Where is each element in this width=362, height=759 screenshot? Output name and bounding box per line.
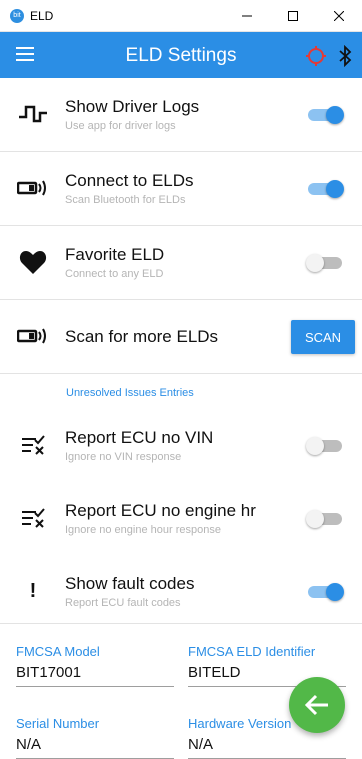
clear-list-icon bbox=[17, 433, 49, 457]
show-driver-logs-row[interactable]: Show Driver Logs Use app for driver logs bbox=[0, 78, 362, 152]
unresolved-issues-header: Unresolved Issues Entries bbox=[66, 387, 194, 399]
scan-more-elds-row: Scan for more ELDs SCAN bbox=[0, 300, 362, 374]
favorite-eld-title: Favorite ELD bbox=[65, 245, 165, 264]
close-window-button[interactable] bbox=[316, 0, 362, 31]
show-fault-codes-toggle[interactable] bbox=[306, 583, 344, 601]
minimize-icon bbox=[242, 15, 252, 16]
report-ecu-no-engine-hr-title: Report ECU no engine hr bbox=[65, 501, 256, 520]
report-ecu-no-engine-hr-toggle[interactable] bbox=[306, 510, 344, 528]
maximize-icon bbox=[288, 10, 298, 21]
show-driver-logs-title: Show Driver Logs bbox=[65, 97, 200, 116]
serial-number-field[interactable]: Serial Number N/A bbox=[16, 716, 174, 759]
window-titlebar: bit ELD bbox=[0, 0, 362, 32]
eld-broadcast-icon bbox=[17, 324, 49, 348]
report-ecu-no-vin-title: Report ECU no VIN bbox=[65, 428, 214, 447]
settings-list: Show Driver Logs Use app for driver logs… bbox=[0, 78, 362, 628]
show-driver-logs-subtitle: Use app for driver logs bbox=[65, 120, 176, 132]
favorite-eld-subtitle: Connect to any ELD bbox=[65, 268, 164, 280]
clear-list-icon bbox=[17, 506, 49, 530]
serial-number-label: Serial Number bbox=[16, 716, 100, 731]
report-ecu-no-vin-subtitle: Ignore no VIN response bbox=[65, 451, 182, 463]
connect-to-elds-row[interactable]: Connect to ELDs Scan Bluetooth for ELDs bbox=[0, 152, 362, 226]
arrow-left-icon bbox=[304, 694, 328, 716]
heart-icon bbox=[17, 250, 49, 274]
fmcsa-eld-identifier-label: FMCSA ELD Identifier bbox=[188, 644, 316, 659]
minimize-button[interactable] bbox=[224, 0, 270, 31]
fmcsa-model-field[interactable]: FMCSA Model BIT17001 bbox=[16, 644, 174, 687]
serial-number-value[interactable]: N/A bbox=[16, 736, 174, 759]
connect-to-elds-toggle[interactable] bbox=[306, 180, 344, 198]
fmcsa-model-value[interactable]: BIT17001 bbox=[16, 664, 174, 687]
favorite-eld-row[interactable]: Favorite ELD Connect to any ELD bbox=[0, 226, 362, 300]
close-icon bbox=[334, 10, 344, 21]
report-ecu-no-vin-toggle[interactable] bbox=[306, 437, 344, 455]
favorite-eld-toggle[interactable] bbox=[306, 254, 344, 272]
connect-to-elds-title: Connect to ELDs bbox=[65, 171, 194, 190]
maximize-button[interactable] bbox=[270, 0, 316, 31]
report-ecu-no-vin-row[interactable]: Report ECU no VIN Ignore no VIN response bbox=[0, 409, 362, 482]
app-icon: bit bbox=[10, 8, 24, 23]
window-controls bbox=[224, 0, 362, 31]
connect-to-elds-subtitle: Scan Bluetooth for ELDs bbox=[65, 194, 186, 206]
show-fault-codes-title: Show fault codes bbox=[65, 574, 195, 593]
show-fault-codes-subtitle: Report ECU fault codes bbox=[65, 597, 181, 609]
exclamation-icon: ! bbox=[29, 579, 37, 602]
hardware-version-value[interactable]: N/A bbox=[188, 736, 346, 759]
fmcsa-model-label: FMCSA Model bbox=[16, 644, 100, 659]
report-ecu-no-engine-hr-row[interactable]: Report ECU no engine hr Ignore no engine… bbox=[0, 482, 362, 555]
back-fab-button[interactable] bbox=[289, 677, 345, 733]
app-bar: ELD Settings bbox=[0, 32, 362, 78]
window-title: ELD bbox=[30, 8, 54, 23]
scan-more-elds-title: Scan for more ELDs bbox=[65, 327, 219, 346]
show-driver-logs-toggle[interactable] bbox=[306, 106, 344, 124]
eld-broadcast-icon bbox=[17, 176, 49, 200]
show-fault-codes-row[interactable]: ! Show fault codes Report ECU fault code… bbox=[0, 555, 362, 628]
scan-button[interactable]: SCAN bbox=[291, 320, 355, 354]
bluetooth-icon[interactable] bbox=[338, 45, 352, 67]
square-wave-icon bbox=[17, 102, 49, 126]
crosshair-icon[interactable] bbox=[306, 46, 326, 66]
report-ecu-no-engine-hr-subtitle: Ignore no engine hour response bbox=[65, 524, 221, 536]
